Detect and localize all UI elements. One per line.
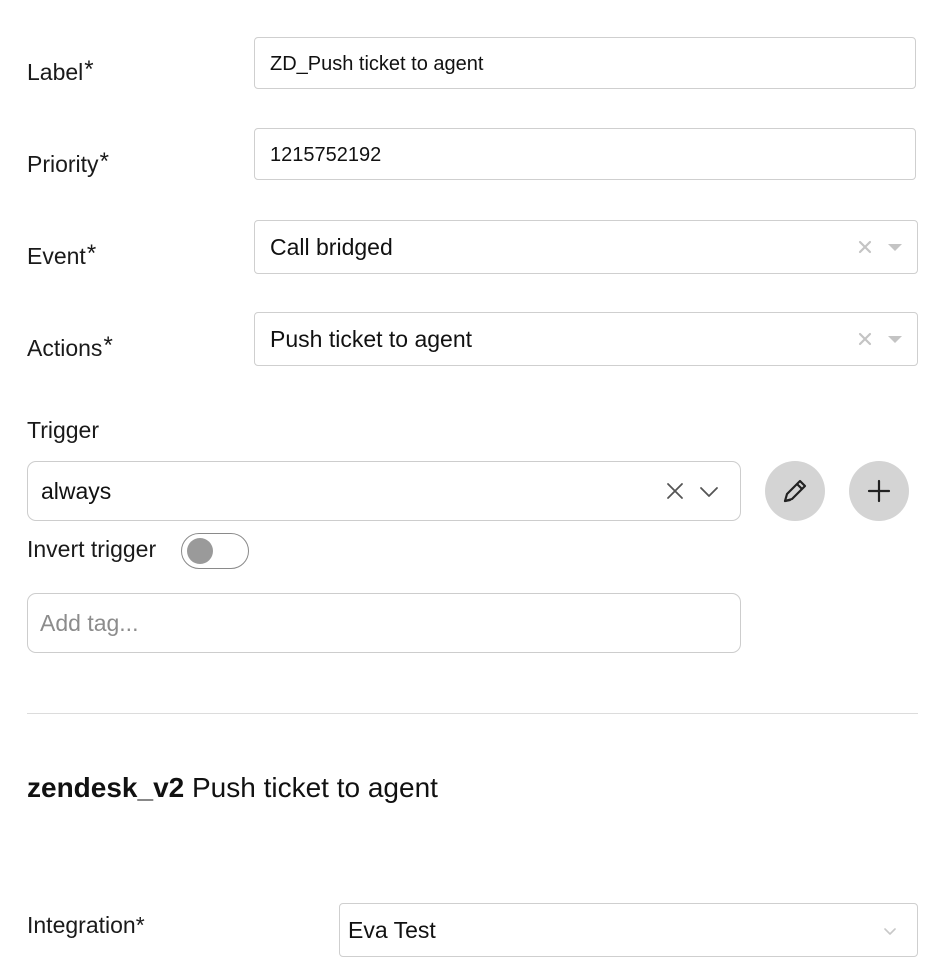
required-mark: * (99, 148, 109, 175)
close-icon[interactable] (855, 329, 875, 349)
invert-trigger-toggle[interactable] (181, 533, 249, 569)
action-form-page: Label* ZD_Push ticket to agent Priority*… (0, 0, 950, 970)
edit-trigger-button[interactable] (765, 461, 825, 521)
actions-field-label: Actions* (27, 332, 113, 362)
event-field-label: Event* (27, 240, 96, 270)
trigger-select-value: always (41, 478, 112, 504)
priority-field-label-text: Priority (27, 151, 99, 177)
close-icon[interactable] (855, 237, 875, 257)
label-field-label-text: Label (27, 59, 84, 85)
tag-input[interactable] (27, 593, 741, 653)
actions-select[interactable]: Push ticket to agent (254, 312, 918, 366)
toggle-knob (187, 538, 213, 564)
chevron-down-icon[interactable] (698, 481, 720, 503)
trigger-select[interactable]: always (27, 461, 741, 521)
event-field-label-text: Event (27, 243, 86, 269)
integration-select[interactable]: Eva Test (339, 903, 918, 957)
required-mark: * (103, 332, 113, 359)
label-input[interactable]: ZD_Push ticket to agent (254, 37, 916, 89)
chevron-down-icon[interactable] (883, 924, 897, 938)
close-icon[interactable] (664, 480, 686, 502)
caret-down-icon[interactable] (888, 244, 902, 251)
section-divider (27, 713, 918, 714)
integration-name: zendesk_v2 (27, 772, 185, 803)
trigger-field-label: Trigger (27, 417, 99, 443)
section-title: zendesk_v2 Push ticket to agent (27, 772, 438, 804)
required-mark: * (84, 56, 94, 83)
priority-field-label: Priority* (27, 148, 109, 178)
integration-field-label: Integration* (27, 912, 145, 938)
pencil-icon (783, 479, 807, 503)
event-select[interactable]: Call bridged (254, 220, 918, 274)
integration-select-value: Eva Test (348, 917, 436, 943)
required-mark: * (86, 240, 97, 267)
label-field-label: Label* (27, 56, 94, 86)
event-select-value: Call bridged (270, 234, 393, 260)
actions-field-label-text: Actions (27, 335, 103, 361)
add-trigger-button[interactable] (849, 461, 909, 521)
priority-input[interactable]: 1215752192 (254, 128, 916, 180)
actions-select-value: Push ticket to agent (270, 326, 473, 352)
plus-icon (867, 479, 891, 503)
action-name: Push ticket to agent (192, 772, 438, 803)
caret-down-icon[interactable] (888, 336, 902, 343)
invert-trigger-label: Invert trigger (27, 536, 157, 562)
